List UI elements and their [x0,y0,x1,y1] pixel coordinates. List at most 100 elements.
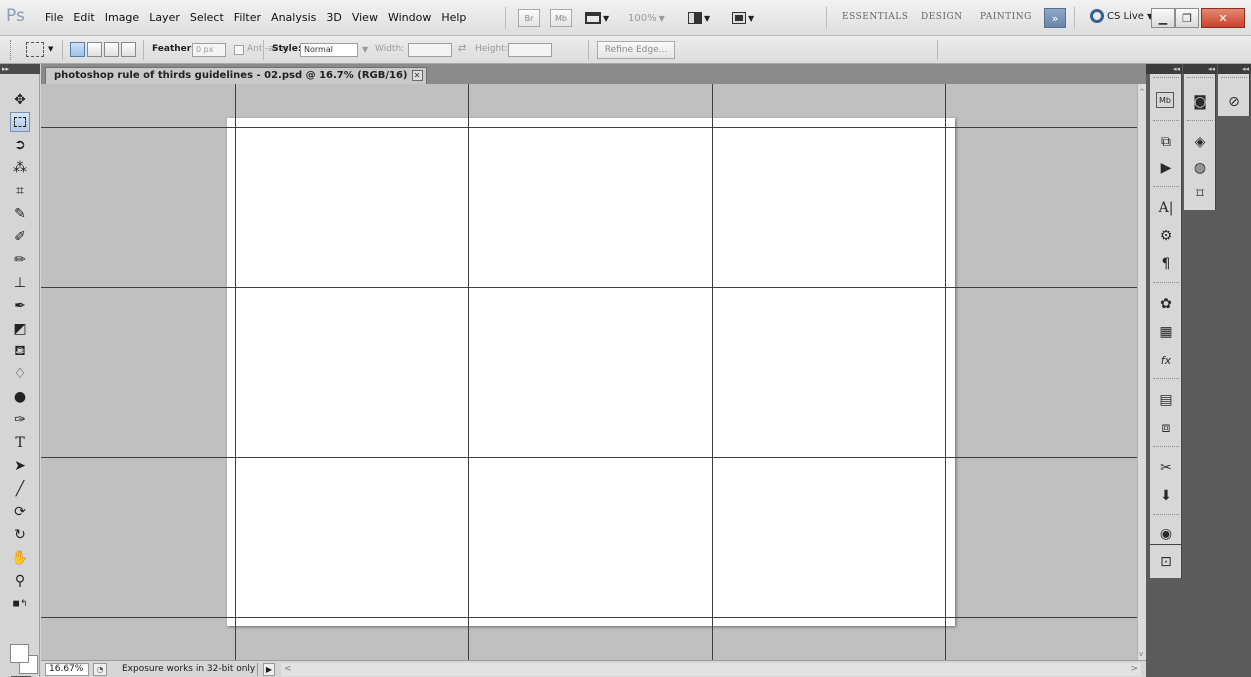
mini-bridge-icon[interactable]: Mb [1156,92,1174,108]
scroll-up-icon[interactable]: ^ [1139,88,1145,96]
tool-preset-picker-icon[interactable] [26,42,44,57]
clone-source-icon[interactable]: ⚙ [1156,226,1176,246]
panel-grip[interactable] [1187,77,1213,80]
status-menu-arrow-icon[interactable]: ▶ [263,663,275,676]
eraser-icon[interactable]: ◩ [10,319,30,339]
close-icon[interactable]: ✕ [411,70,423,81]
adjustments-icon[interactable]: ◉ [1156,524,1176,544]
add-to-selection-icon[interactable] [87,42,102,57]
3d-icon[interactable]: ⊡ [1156,552,1176,572]
eyedropper-icon[interactable]: ✎ [10,204,30,224]
dodge-icon[interactable]: ● [10,387,30,407]
3d-rotate-icon[interactable]: ⟳ [10,502,30,522]
lasso-icon[interactable]: ➲ [10,135,30,155]
launch-bridge-button[interactable]: Br [518,9,540,27]
guide-horizontal[interactable] [41,287,1137,288]
clone-stamp-icon[interactable]: ⊥ [10,273,30,293]
arrange-documents-dropdown[interactable]: ▼ [688,9,710,27]
guide-horizontal[interactable] [41,127,1137,128]
default-colors-icon[interactable]: ◼↰ [10,594,30,614]
style-select[interactable]: Normal [300,43,358,57]
path-select-icon[interactable]: ➤ [10,456,30,476]
new-selection-icon[interactable] [70,42,85,57]
pen-icon[interactable]: ✑ [10,410,30,430]
menu-3d[interactable]: 3D [321,11,346,24]
character-icon[interactable]: A| [1156,198,1176,218]
paragraph-icon[interactable]: ¶ [1156,254,1176,274]
panel-grip[interactable] [1221,77,1247,80]
zoom-level-dropdown[interactable]: 100% ▼ [628,9,665,27]
vertical-scrollbar[interactable]: ^ v [1137,84,1146,660]
subtract-from-selection-icon[interactable] [104,42,119,57]
menu-select[interactable]: Select [185,11,229,24]
quick-select-icon[interactable]: ⁂ [10,158,30,178]
menu-filter[interactable]: Filter [229,11,266,24]
cs-live-dropdown[interactable]: CS Live ▼ [1090,9,1153,23]
foreground-color-swatch[interactable] [10,644,29,663]
guide-vertical[interactable] [235,84,236,660]
height-input[interactable] [508,43,552,57]
rect-marquee-icon[interactable] [10,112,30,132]
workspace-essentials[interactable]: ESSENTIALS [842,12,908,22]
history-icon[interactable]: ⧉ [1156,132,1176,152]
menu-view[interactable]: View [347,11,383,24]
color-icon[interactable]: ✿ [1156,294,1176,314]
menu-image[interactable]: Image [100,11,144,24]
masks-icon[interactable]: ⧈ [1156,418,1176,438]
menu-window[interactable]: Window [383,11,436,24]
screen-mode-dropdown[interactable]: ▼ [732,9,754,27]
menu-analysis[interactable]: Analysis [266,11,321,24]
width-input[interactable] [408,43,452,57]
scroll-right-icon[interactable]: > [1130,664,1138,674]
view-extras-dropdown[interactable]: ▼ [585,9,609,27]
hand-icon[interactable]: ✋ [10,548,30,568]
brush-icon[interactable]: ✏ [10,250,30,270]
chevron-down-icon[interactable]: ▼ [48,45,53,53]
line-icon[interactable]: ╱ [10,479,30,499]
type-icon[interactable]: T [10,433,30,453]
options-bar-grip[interactable] [10,40,13,60]
panel-grip[interactable] [1187,120,1213,123]
brush-presets-icon[interactable]: ⬇ [1156,486,1176,506]
panel-grip[interactable] [1153,120,1179,123]
paint-bucket-icon[interactable]: ⛾ [10,342,30,362]
document-tab[interactable]: photoshop rule of thirds guidelines - 02… [45,67,427,84]
refine-edge-button[interactable]: Refine Edge... [597,41,675,59]
collapse-panels-icon[interactable]: ◂◂ [1218,64,1251,74]
styles-icon[interactable]: fx [1156,350,1176,370]
guide-horizontal[interactable] [41,457,1137,458]
zoom-icon[interactable]: ⚲ [10,571,30,591]
3d-orbit-icon[interactable]: ↻ [10,525,30,545]
panel-grip[interactable] [1153,378,1179,381]
minimize-button[interactable]: ▁ [1151,8,1175,28]
actions-icon[interactable]: ▶ [1156,158,1176,178]
swatches-icon[interactable]: ▦ [1156,322,1176,342]
navigator-icon[interactable]: ◙ [1190,92,1210,112]
scroll-left-icon[interactable]: < [284,664,292,674]
horizontal-scrollbar[interactable]: < > [281,663,1141,676]
antialias-checkbox[interactable] [234,45,244,55]
more-workspaces-button[interactable]: » [1044,8,1066,28]
close-window-button[interactable]: ✕ [1201,8,1245,28]
feather-input[interactable]: 0 px [192,43,226,57]
collapse-panels-icon[interactable]: ◂◂ [1146,64,1182,74]
menu-edit[interactable]: Edit [68,11,99,24]
move-icon[interactable]: ✥ [10,90,30,110]
info-icon[interactable]: ⊘ [1224,92,1244,112]
launch-minibridge-button[interactable]: Mb [550,9,572,27]
panel-grip[interactable] [1153,282,1179,285]
layers-icon[interactable]: ◈ [1190,132,1210,152]
menu-layer[interactable]: Layer [144,11,185,24]
tools-panel-collapse[interactable]: ▸▸ [0,64,40,74]
panel-grip[interactable] [1153,77,1179,80]
zoom-input[interactable]: 16.67% [45,663,89,676]
image-canvas[interactable] [227,118,955,626]
guide-vertical[interactable] [712,84,713,660]
restore-button[interactable]: ❐ [1175,8,1199,28]
brushes-icon[interactable]: ✂ [1156,458,1176,478]
document-canvas-area[interactable] [41,84,1137,660]
menu-help[interactable]: Help [436,11,471,24]
history-brush-icon[interactable]: ✒ [10,296,30,316]
collapse-panels-icon[interactable]: ◂◂ [1183,64,1217,74]
spot-heal-icon[interactable]: ✐ [10,227,30,247]
